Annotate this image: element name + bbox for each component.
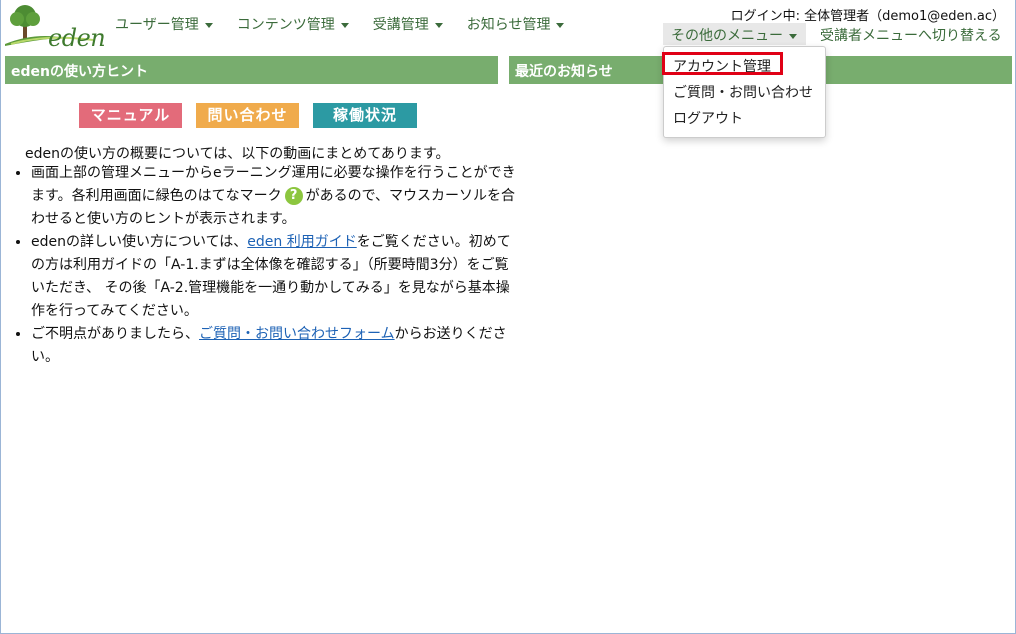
hints-intro: edenの使い方の概要については、以下の動画にまとめてあります。 [25, 146, 450, 162]
menu-item-inquiry[interactable]: ご質問・お問い合わせ [673, 82, 813, 102]
main-nav: ユーザー管理 コンテンツ管理 受講管理 お知らせ管理 [115, 14, 588, 34]
status-button[interactable]: 稼働状況 [313, 103, 417, 128]
list-item: edenの詳しい使い方については、eden 利用ガイドをご覧ください。初めての方… [31, 231, 521, 323]
contact-button[interactable]: 問い合わせ [196, 103, 299, 128]
nav-label: お知らせ管理 [466, 17, 551, 33]
help-question-icon: ? [284, 187, 303, 205]
manual-button[interactable]: マニュアル [79, 103, 182, 128]
hint-text: edenの詳しい使い方については、 [31, 234, 248, 250]
list-item: ご不明点がありましたら、ご質問・お問い合わせフォームからお送りください。 [31, 323, 521, 369]
other-menu-toggle[interactable]: その他のメニュー [663, 23, 806, 45]
nav-content-management[interactable]: コンテンツ管理 [237, 14, 349, 34]
caret-down-icon [434, 22, 443, 28]
nav-course-management[interactable]: 受講管理 [373, 14, 443, 34]
caret-down-icon [340, 22, 349, 28]
usage-guide-link[interactable]: eden 利用ガイド [247, 234, 356, 250]
nav-user-management[interactable]: ユーザー管理 [115, 14, 213, 34]
caret-down-icon [789, 33, 797, 39]
nav-label: ユーザー管理 [115, 17, 199, 33]
hints-list: 画面上部の管理メニューからeラーニング運用に必要な操作を行うことができます。各利… [15, 162, 521, 369]
login-status: ログイン中: 全体管理者（demo1@eden.ac） [730, 9, 1005, 24]
nav-label: 受講管理 [372, 17, 429, 33]
inquiry-form-link[interactable]: ご質問・お問い合わせフォーム [199, 326, 395, 342]
list-item: 画面上部の管理メニューからeラーニング運用に必要な操作を行うことができます。各利… [31, 162, 521, 231]
switch-to-learner-link[interactable]: 受講者メニューへ切り替える [820, 25, 1002, 45]
nav-notice-management[interactable]: お知らせ管理 [467, 14, 565, 34]
caret-down-icon [204, 22, 213, 28]
hints-panel-header: edenの使い方ヒント [5, 56, 498, 84]
logo-text: eden [48, 24, 106, 52]
hint-text: ご不明点がありましたら、 [31, 326, 199, 342]
other-menu-label: その他のメニュー [671, 28, 783, 44]
caret-down-icon [556, 22, 565, 28]
menu-item-logout[interactable]: ログアウト [673, 108, 743, 128]
nav-label: コンテンツ管理 [236, 17, 335, 33]
eden-logo[interactable]: eden [5, 4, 106, 52]
highlight-box [662, 52, 783, 75]
